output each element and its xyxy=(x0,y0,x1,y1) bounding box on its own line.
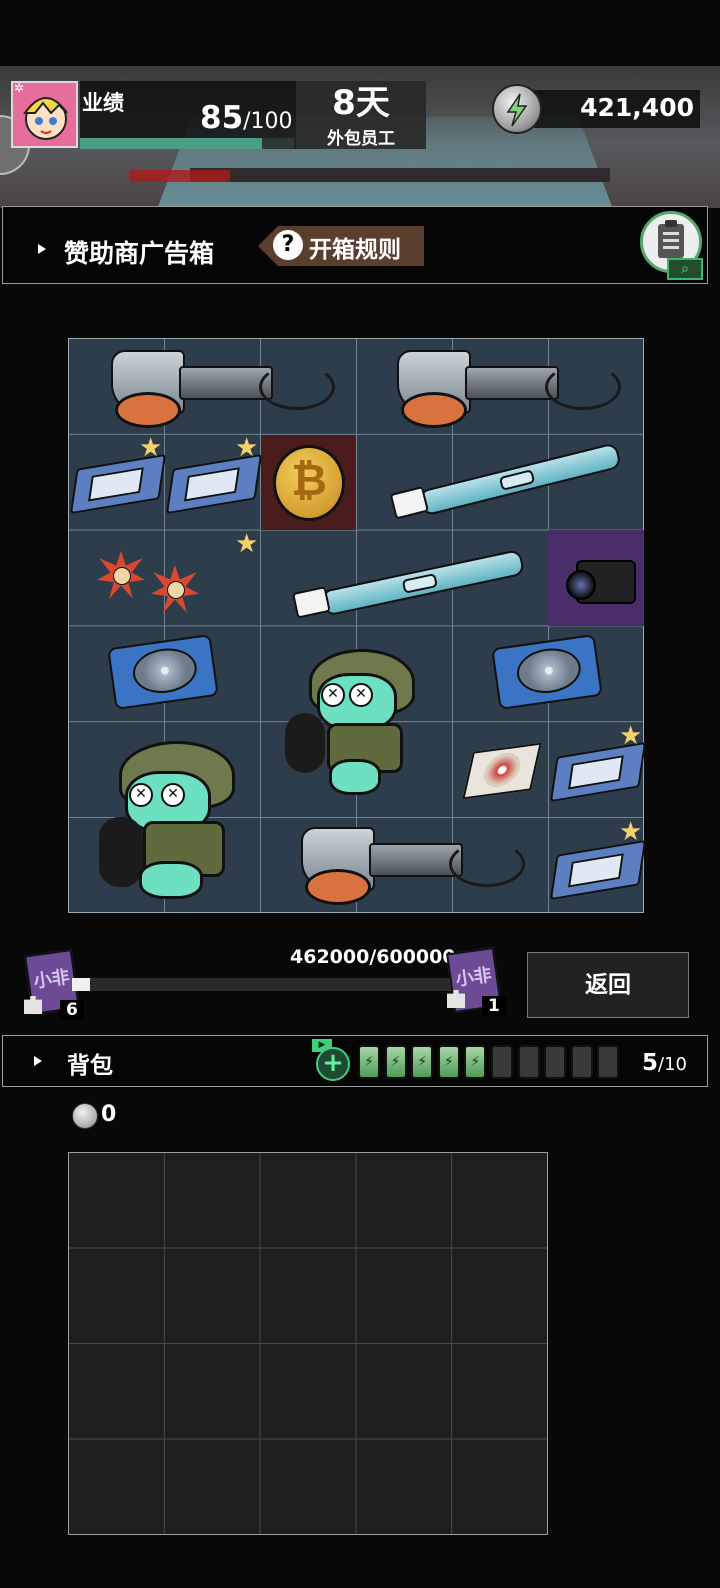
backpack-grid[interactable] xyxy=(68,1152,548,1535)
star-icon: ★ xyxy=(619,721,643,751)
battery-empty-icon xyxy=(597,1045,620,1079)
item-bitcoin[interactable]: ₿ xyxy=(261,435,356,530)
battery-count: 5/10 xyxy=(642,1050,687,1076)
search-icon: ⌕ xyxy=(667,258,703,280)
item-cd-case[interactable] xyxy=(453,723,549,819)
page-title: 赞助商广告箱 xyxy=(64,239,215,268)
battery-full-icon: ⚡ xyxy=(411,1045,434,1079)
expand-arrow-icon xyxy=(38,244,46,254)
star-icon: ★ xyxy=(235,433,259,463)
add-battery-button[interactable]: + xyxy=(316,1047,350,1081)
item-electric-toothbrush[interactable] xyxy=(359,435,645,531)
gear-icon[interactable]: ✲ xyxy=(12,81,26,95)
item-tablet-device[interactable]: ★ xyxy=(549,721,647,819)
item-tablet-device[interactable]: ★ xyxy=(69,433,167,531)
question-icon: ? xyxy=(273,230,303,260)
item-hair-dryer[interactable] xyxy=(385,344,645,429)
item-camera-lens[interactable] xyxy=(548,530,644,626)
ticket-count-right: 1 xyxy=(482,996,506,1016)
ticket-count-left: 6 xyxy=(60,1000,84,1020)
energy-coin-icon xyxy=(72,1103,98,1129)
item-hair-dryer[interactable] xyxy=(289,819,549,914)
item-cd-player[interactable] xyxy=(69,627,261,723)
clipboard-icon xyxy=(658,220,684,258)
battery-empty-icon xyxy=(570,1045,593,1079)
progress-text: 462000/600000 xyxy=(290,946,456,968)
item-tablet-device[interactable]: ★ xyxy=(549,817,647,914)
performance-bar-fill xyxy=(80,138,262,149)
star-icon: ★ xyxy=(235,529,259,559)
role-title: 外包员工 xyxy=(327,129,395,149)
expand-arrow-icon xyxy=(34,1056,42,1066)
coin-balance: 421,400 xyxy=(580,93,694,122)
item-frog-pilot[interactable]: ✕ ✕ xyxy=(269,639,449,819)
star-icon: ★ xyxy=(619,817,643,847)
battery-full-icon: ⚡ xyxy=(358,1045,380,1079)
day-counter: 8天 xyxy=(332,83,390,123)
item-electric-toothbrush[interactable] xyxy=(261,531,549,627)
item-frog-pilot[interactable]: ✕ ✕ xyxy=(79,737,259,917)
backpack-coin-value: 0 xyxy=(101,1102,117,1127)
item-tablet-device[interactable]: ★ xyxy=(165,433,263,531)
item-cd-player[interactable] xyxy=(453,627,645,723)
item-star-sunglasses[interactable]: ★ xyxy=(69,531,261,627)
item-hair-dryer[interactable] xyxy=(99,344,359,429)
battery-full-icon: ⚡ xyxy=(437,1045,460,1079)
battery-empty-icon xyxy=(517,1045,540,1079)
backpack-label: 背包 xyxy=(67,1053,113,1079)
performance-label: 业绩 xyxy=(82,91,124,115)
battery-empty-icon xyxy=(544,1045,567,1079)
battery-empty-icon xyxy=(491,1045,513,1079)
energy-coin-icon xyxy=(492,84,542,134)
battery-full-icon: ⚡ xyxy=(464,1045,487,1079)
performance-value: 85/100 xyxy=(200,100,293,136)
star-icon: ★ xyxy=(139,433,163,463)
battery-full-icon: ⚡ xyxy=(384,1045,407,1079)
sponsor-box-grid: ★ ★ ₿ ★ ✕ ✕ ✕ ✕ ★ ★ xyxy=(68,338,647,914)
rules-button-label[interactable]: 开箱规则 xyxy=(309,230,401,264)
progress-fill xyxy=(72,978,90,991)
back-button[interactable]: 返回 xyxy=(527,952,689,1018)
progress-track xyxy=(72,978,456,991)
